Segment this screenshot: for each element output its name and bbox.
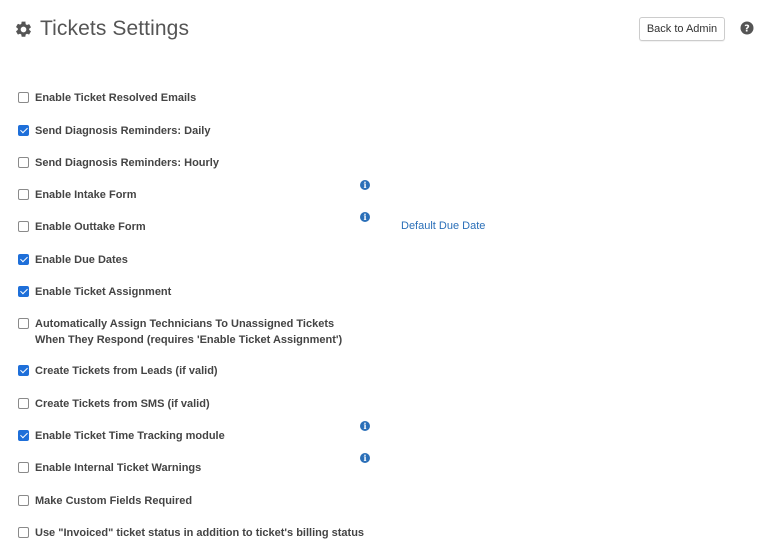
setting-label: Enable Internal Ticket Warnings [35,462,202,474]
setting-label: Send Diagnosis Reminders: Daily [35,125,211,137]
setting-row: Enable Internal Ticket Warnings [18,460,365,476]
setting-row: Enable Ticket Time Tracking module [18,428,365,444]
setting-checkbox[interactable] [18,495,29,506]
setting-row: Enable Ticket Resolved Emails [18,90,365,106]
info-icon[interactable]: i [360,421,370,431]
settings-list: Enable Ticket Resolved Emails Send Diagno… [0,0,768,558]
setting-checkbox[interactable] [18,125,29,136]
setting-label: Use "Invoiced" ticket status in addition… [35,527,365,539]
setting-row: Enable Intake Form [18,187,365,203]
setting-row: Create Tickets from Leads (if valid) [18,363,365,379]
setting-label: Enable Ticket Assignment [35,286,172,298]
setting-row: Send Diagnosis Reminders: Daily [18,123,365,139]
setting-checkbox[interactable] [18,221,29,232]
setting-checkbox[interactable] [18,318,29,329]
setting-row: Create Tickets from SMS (if valid) [18,396,365,412]
setting-label: Make Custom Fields Required [35,495,193,507]
setting-label: Automatically Assign Technicians To Unas… [35,318,343,346]
setting-row: Make Custom Fields Required [18,493,365,509]
setting-checkbox[interactable] [18,527,29,538]
info-icon[interactable]: i [360,453,370,463]
setting-checkbox[interactable] [18,286,29,297]
setting-checkbox[interactable] [18,92,29,103]
info-icon[interactable]: i [360,212,370,222]
setting-checkbox[interactable] [18,462,29,473]
setting-checkbox[interactable] [18,430,29,441]
setting-checkbox[interactable] [18,254,29,265]
setting-label: Create Tickets from SMS (if valid) [35,398,210,410]
setting-row: Enable Due Dates [18,252,365,268]
setting-row: Use "Invoiced" ticket status in addition… [18,525,435,541]
info-icon[interactable]: i [360,180,370,190]
setting-label: Enable Intake Form [35,189,137,201]
setting-checkbox[interactable] [18,398,29,409]
setting-label: Create Tickets from Leads (if valid) [35,365,218,377]
default-due-date-link[interactable]: Default Due Date [401,219,485,233]
setting-checkbox[interactable] [18,157,29,168]
setting-row: Automatically Assign Technicians To Unas… [18,316,365,348]
setting-label: Enable Ticket Resolved Emails [35,92,197,104]
setting-label: Send Diagnosis Reminders: Hourly [35,157,219,169]
setting-label: Enable Due Dates [35,254,128,266]
setting-checkbox[interactable] [18,365,29,376]
setting-row: Enable Outtake Form [18,219,365,235]
setting-row: Send Diagnosis Reminders: Hourly [18,155,365,171]
tickets-settings-page: Tickets Settings Back to Admin ? Enable … [0,0,768,558]
setting-row: Enable Ticket Assignment [18,284,365,300]
setting-label: Enable Ticket Time Tracking module [35,430,225,442]
setting-label: Enable Outtake Form [35,221,146,233]
setting-checkbox[interactable] [18,189,29,200]
